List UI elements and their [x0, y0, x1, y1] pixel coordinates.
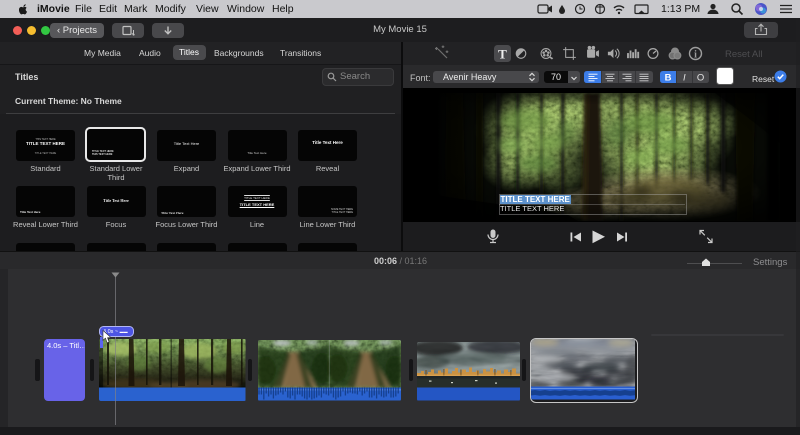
svg-text:Reset All: Reset All: [725, 49, 763, 60]
svg-text:T: T: [498, 47, 507, 62]
svg-text:O: O: [696, 72, 703, 83]
svg-text:B: B: [664, 72, 671, 83]
svg-text:i: i: [694, 50, 697, 61]
svg-text:I: I: [682, 72, 685, 83]
